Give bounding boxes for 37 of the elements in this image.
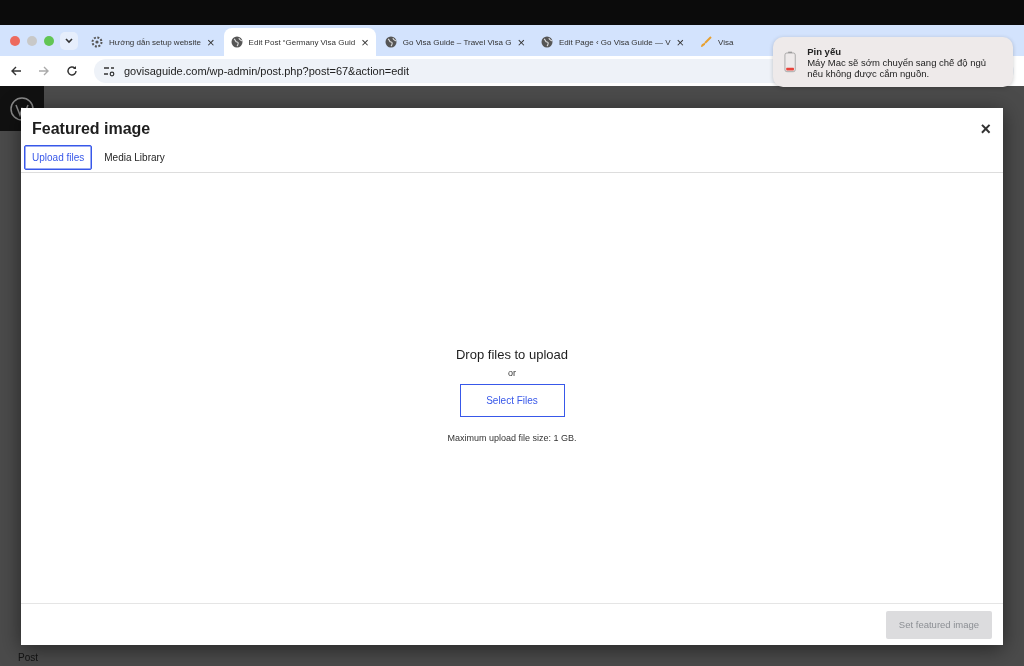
media-tab[interactable]: Upload files (24, 144, 93, 170)
close-tab-button[interactable]: × (517, 34, 525, 50)
notification-title: Pin yếu (807, 45, 842, 57)
tab-list-button[interactable] (60, 31, 78, 50)
close-tab-button[interactable]: × (676, 34, 685, 50)
browser-tab[interactable]: Go Visa Guide – Travel Visa G × (377, 28, 532, 56)
close-button[interactable]: × (980, 118, 991, 140)
drop-heading: Drop files to upload (456, 347, 568, 362)
max-upload-text: Maximum upload file size: 1 GB. (447, 433, 577, 443)
dialog-title: Featured image (32, 120, 151, 138)
browser-tab[interactable]: Edit Page ‹ Go Visa Guide — V × (534, 28, 692, 56)
select-files-button[interactable]: Select Files (459, 384, 565, 417)
browser-tab[interactable]: Visa (693, 28, 741, 56)
url-text: govisaguide.com/wp-admin/post.php?post=67&action=edit (124, 65, 409, 77)
close-window-button[interactable] (10, 35, 20, 46)
or-text: or (508, 368, 516, 378)
notification-message: Máy Mac sẽ sớm chuyển sang chế độ ngủ nếu không được cắm nguồn. (807, 56, 988, 79)
tab-title: Go Visa Guide – Travel Visa G (402, 37, 512, 47)
brush-icon (700, 36, 713, 48)
tab-title: Hướng dẫn setup website (109, 37, 201, 47)
gear-icon (91, 36, 103, 48)
tab-title: Edit Post “Germany Visa Guid (248, 37, 356, 47)
back-arrow-icon[interactable] (10, 65, 22, 77)
chevron-down-icon (64, 36, 74, 45)
tab-title: Edit Page ‹ Go Visa Guide — V (559, 37, 671, 47)
close-tab-button[interactable]: × (361, 34, 369, 50)
media-tab[interactable]: Media Library (96, 144, 173, 170)
notification-card[interactable]: Pin yếu Máy Mac sẽ sớm chuyển sang chế độ ngủ nếu không được cắm nguồn. (773, 37, 1013, 87)
globe-icon (541, 36, 553, 48)
globe-icon (384, 36, 397, 48)
globe-icon (230, 36, 243, 48)
tab-title: Visa (718, 37, 734, 47)
close-tab-button[interactable]: × (207, 34, 215, 50)
site-settings-icon[interactable] (102, 65, 116, 77)
reload-icon[interactable] (66, 65, 78, 77)
browser-tab[interactable]: Hướng dẫn setup website × (84, 28, 222, 56)
browser-tab[interactable]: Edit Post “Germany Visa Guid × (223, 28, 376, 56)
